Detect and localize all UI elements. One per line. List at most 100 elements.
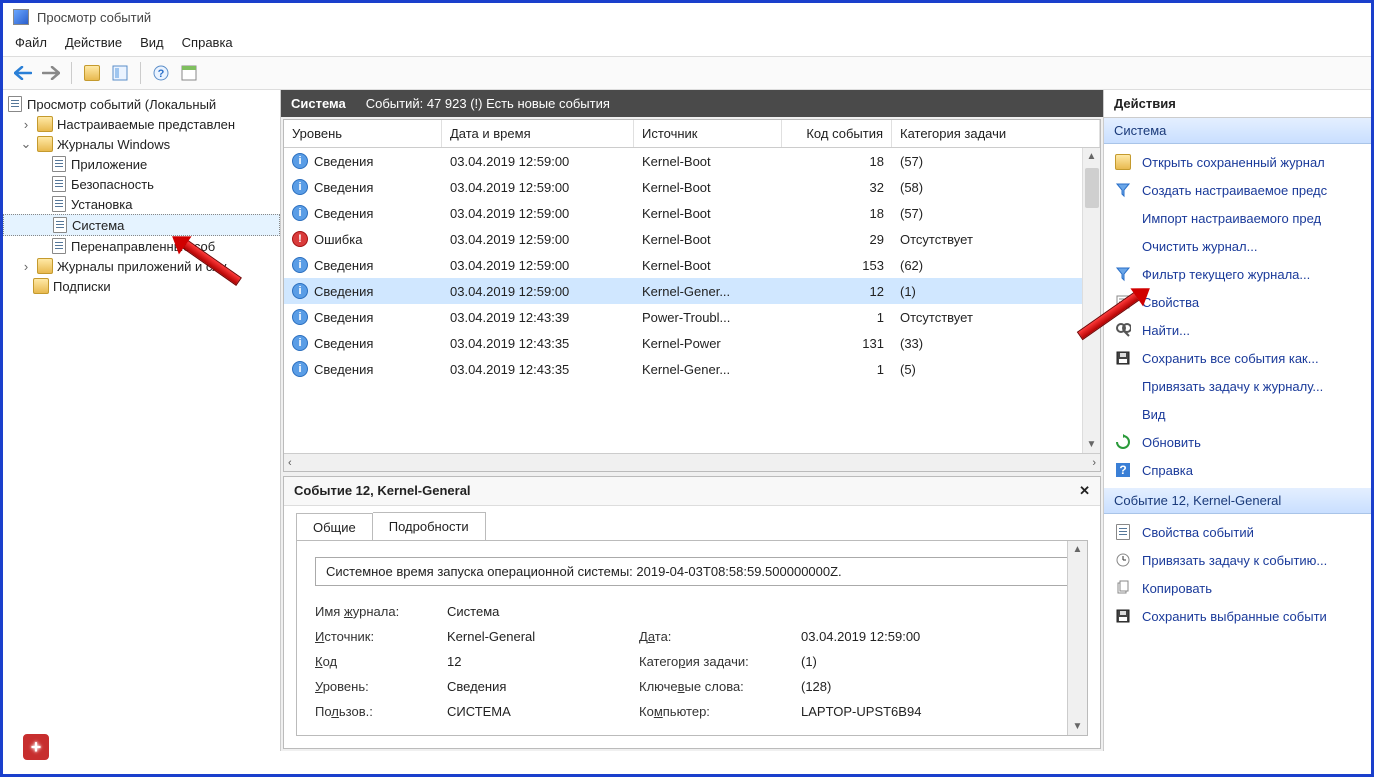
action-label: Копировать [1142, 581, 1212, 596]
col-eventid[interactable]: Код события [782, 120, 892, 147]
cell-datetime: 03.04.2019 12:59:00 [442, 256, 634, 275]
tree-windows-logs[interactable]: ⌄Журналы Windows [3, 134, 280, 154]
table-row[interactable]: iСведения03.04.2019 12:43:39Power-Troubl… [284, 304, 1100, 330]
cell-level: Сведения [314, 284, 373, 299]
table-row[interactable]: iСведения03.04.2019 12:59:00Kernel-Boot1… [284, 148, 1100, 174]
val-computer: LAPTOP-UPST6B94 [801, 704, 1069, 719]
watermark: + OCOMP.info ВОПРОСЫ АДМИНУ [21, 732, 167, 762]
menu-view[interactable]: Вид [140, 35, 164, 50]
tree-forwarded[interactable]: Перенаправленные соб [3, 236, 280, 256]
tree-setup[interactable]: Установка [3, 194, 280, 214]
center-pane: Система Событий: 47 923 (!) Есть новые с… [281, 90, 1103, 751]
menu-help[interactable]: Справка [182, 35, 233, 50]
action-label: Обновить [1142, 435, 1201, 450]
val-category: (1) [801, 654, 1069, 669]
cell-code: 131 [782, 334, 892, 353]
grid-body[interactable]: ▲▼ iСведения03.04.2019 12:59:00Kernel-Bo… [284, 148, 1100, 453]
table-row[interactable]: iСведения03.04.2019 12:59:00Kernel-Boot1… [284, 200, 1100, 226]
app-icon [13, 9, 29, 25]
action-item[interactable]: Сохранить все события как... [1104, 344, 1371, 372]
action-item[interactable]: ? Справка [1104, 456, 1371, 484]
table-row[interactable]: iСведения03.04.2019 12:59:00Kernel-Boot1… [284, 252, 1100, 278]
svg-text:?: ? [1119, 463, 1126, 477]
action-label: Фильтр текущего журнала... [1142, 267, 1310, 282]
center-header: Система Событий: 47 923 (!) Есть новые с… [281, 90, 1103, 117]
close-icon[interactable]: ✕ [1079, 483, 1090, 499]
action-item[interactable]: Импорт настраиваемого пред [1104, 204, 1371, 232]
cell-level: Ошибка [314, 232, 362, 247]
table-row[interactable]: iСведения03.04.2019 12:59:00Kernel-Boot3… [284, 174, 1100, 200]
label-user: Пользов.: [315, 704, 435, 719]
cell-code: 12 [782, 282, 892, 301]
cell-level: Сведения [314, 336, 373, 351]
horizontal-scrollbar[interactable]: ‹› [284, 453, 1100, 471]
table-row[interactable]: iСведения03.04.2019 12:43:35Kernel-Gener… [284, 356, 1100, 382]
center-subtitle: Событий: 47 923 (!) Есть новые события [366, 96, 610, 111]
action-label: Сохранить все события как... [1142, 351, 1319, 366]
cell-datetime: 03.04.2019 12:43:39 [442, 308, 634, 327]
cell-code: 1 [782, 308, 892, 327]
action-item[interactable]: Копировать [1104, 574, 1371, 602]
cell-source: Kernel-Gener... [634, 360, 782, 379]
detail-content: Системное время запуска операционной сис… [296, 540, 1088, 736]
action-item[interactable]: Открыть сохраненный журнал [1104, 148, 1371, 176]
properties-button[interactable] [108, 61, 132, 85]
detail-scrollbar[interactable]: ▲▼ [1067, 541, 1087, 735]
action-item[interactable]: Сохранить выбранные событи [1104, 602, 1371, 630]
cell-category: (57) [892, 204, 1100, 223]
cell-category: (57) [892, 152, 1100, 171]
vertical-scrollbar[interactable]: ▲▼ [1082, 148, 1100, 453]
tab-details[interactable]: Подробности [373, 512, 486, 540]
action-item[interactable]: Обновить [1104, 428, 1371, 456]
action-label: Привязать задачу к журналу... [1142, 379, 1323, 394]
help-button[interactable]: ? [149, 61, 173, 85]
cell-code: 18 [782, 152, 892, 171]
menu-action[interactable]: Действие [65, 35, 122, 50]
cell-level: Сведения [314, 206, 373, 221]
action-item[interactable]: Привязать задачу к журналу... [1104, 372, 1371, 400]
action-item[interactable]: Свойства событий [1104, 518, 1371, 546]
action-item[interactable]: Вид [1104, 400, 1371, 428]
col-level[interactable]: Уровень [284, 120, 442, 147]
cell-category: (33) [892, 334, 1100, 353]
cell-code: 32 [782, 178, 892, 197]
tree-application[interactable]: Приложение [3, 154, 280, 174]
action-icon [1114, 523, 1132, 541]
action-icon [1114, 405, 1132, 423]
table-row[interactable]: !Ошибка03.04.2019 12:59:00Kernel-Boot29О… [284, 226, 1100, 252]
action-label: Сохранить выбранные событи [1142, 609, 1327, 624]
tree-label: Система [72, 218, 124, 233]
menu-file[interactable]: Файл [15, 35, 47, 50]
action-item[interactable]: Найти... [1104, 316, 1371, 344]
action-label: Справка [1142, 463, 1193, 478]
label-code: Код [315, 654, 435, 669]
forward-button[interactable] [39, 61, 63, 85]
action-item[interactable]: Создать настраиваемое предс [1104, 176, 1371, 204]
action-item[interactable]: Очистить журнал... [1104, 232, 1371, 260]
info-icon: i [292, 179, 308, 195]
col-datetime[interactable]: Дата и время [442, 120, 634, 147]
detail-message: Системное время запуска операционной сис… [315, 557, 1069, 586]
tab-general[interactable]: Общие [296, 513, 373, 541]
col-category[interactable]: Категория задачи [892, 120, 1100, 147]
col-source[interactable]: Источник [634, 120, 782, 147]
label-category: Категория задачи: [639, 654, 789, 669]
tree-root-label: Просмотр событий (Локальный [27, 97, 216, 112]
val-log: Система [447, 604, 1069, 619]
tree-custom-views[interactable]: ›Настраиваемые представлен [3, 114, 280, 134]
tree-apps-services[interactable]: ›Журналы приложений и слу [3, 256, 280, 276]
cell-category: (58) [892, 178, 1100, 197]
show-tree-button[interactable] [80, 61, 104, 85]
table-row[interactable]: iСведения03.04.2019 12:59:00Kernel-Gener… [284, 278, 1100, 304]
label-date: Дата: [639, 629, 789, 644]
tree-security[interactable]: Безопасность [3, 174, 280, 194]
table-row[interactable]: iСведения03.04.2019 12:43:35Kernel-Power… [284, 330, 1100, 356]
val-date: 03.04.2019 12:59:00 [801, 629, 1069, 644]
tree-system[interactable]: Система [3, 214, 280, 236]
tree-root[interactable]: Просмотр событий (Локальный [3, 94, 280, 114]
action-label: Очистить журнал... [1142, 239, 1257, 254]
action-item[interactable]: Привязать задачу к событию... [1104, 546, 1371, 574]
panel-button[interactable] [177, 61, 201, 85]
back-button[interactable] [11, 61, 35, 85]
info-icon: i [292, 309, 308, 325]
